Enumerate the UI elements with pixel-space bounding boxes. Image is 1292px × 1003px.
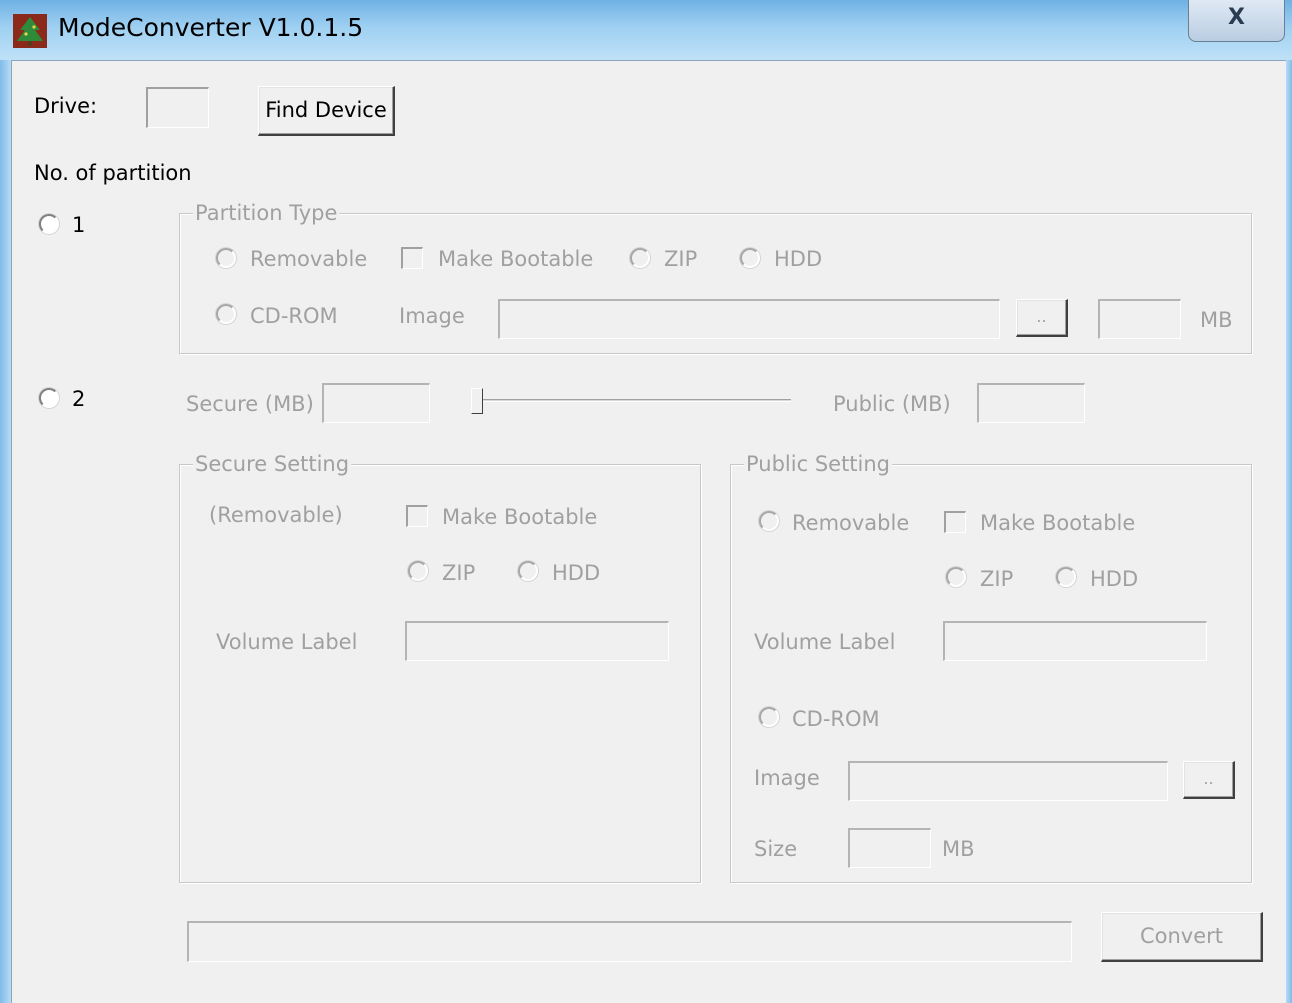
public-size-unit: MB — [942, 837, 975, 861]
pt-cdrom-radio[interactable] — [216, 304, 236, 324]
public-size-label: Size — [754, 837, 798, 861]
secure-mb-label: Secure (MB) — [186, 392, 314, 416]
partition-2-radio[interactable] — [39, 388, 59, 408]
pt-size-unit: MB — [1200, 308, 1233, 332]
public-zip-radio[interactable] — [946, 567, 966, 587]
pt-cdrom-label: CD-ROM — [250, 304, 338, 328]
pt-make-bootable-checkbox[interactable] — [401, 247, 423, 269]
pt-removable-label: Removable — [250, 247, 368, 271]
window-frame-right — [1286, 60, 1292, 1003]
public-cdrom-radio[interactable] — [759, 707, 779, 727]
pt-hdd-label: HDD — [774, 247, 823, 271]
public-image-label: Image — [754, 766, 820, 790]
drive-field[interactable] — [146, 87, 209, 128]
pt-size-field[interactable] — [1098, 299, 1181, 339]
partition-1-radio[interactable] — [39, 214, 59, 234]
progress-bar — [187, 921, 1072, 962]
window-title: ModeConverter V1.0.1.5 — [58, 13, 364, 42]
secure-removable-note: (Removable) — [209, 503, 343, 527]
public-volume-field[interactable] — [943, 621, 1207, 661]
public-zip-label: ZIP — [980, 567, 1014, 591]
convert-button[interactable]: Convert — [1101, 912, 1263, 962]
secure-zip-label: ZIP — [442, 561, 476, 585]
secure-setting-legend: Secure Setting — [193, 452, 352, 476]
public-hdd-radio[interactable] — [1056, 567, 1076, 587]
public-removable-label: Removable — [792, 511, 910, 535]
secure-mb-field[interactable] — [322, 383, 430, 423]
public-browse-button[interactable]: .. — [1183, 761, 1235, 799]
pt-image-field[interactable] — [498, 299, 1000, 339]
secure-zip-radio[interactable] — [408, 561, 428, 581]
public-mb-field[interactable] — [977, 383, 1085, 423]
public-make-bootable-label: Make Bootable — [980, 511, 1136, 535]
pt-browse-button[interactable]: .. — [1016, 299, 1068, 337]
public-image-field[interactable] — [848, 761, 1168, 801]
public-mb-label: Public (MB) — [833, 392, 951, 416]
secure-volume-label: Volume Label — [216, 630, 358, 654]
secure-make-bootable-label: Make Bootable — [442, 505, 598, 529]
close-icon: X — [1228, 5, 1245, 30]
close-button[interactable]: X — [1188, 0, 1285, 42]
secure-make-bootable-checkbox[interactable] — [406, 505, 428, 527]
partition-count-heading: No. of partition — [34, 161, 192, 185]
pt-zip-radio[interactable] — [630, 248, 650, 268]
pt-zip-label: ZIP — [664, 247, 698, 271]
public-make-bootable-checkbox[interactable] — [944, 511, 966, 533]
partition-type-legend: Partition Type — [193, 201, 340, 225]
tree-app-icon — [13, 14, 47, 48]
size-split-slider-track[interactable] — [476, 399, 791, 402]
public-volume-label: Volume Label — [754, 630, 896, 654]
secure-hdd-label: HDD — [552, 561, 601, 585]
public-size-field[interactable] — [848, 828, 931, 868]
secure-volume-field[interactable] — [405, 621, 669, 661]
pt-image-label: Image — [399, 304, 465, 328]
public-cdrom-label: CD-ROM — [792, 707, 880, 731]
partition-2-label: 2 — [72, 387, 86, 411]
size-split-slider-thumb[interactable] — [471, 388, 483, 414]
window-frame-left — [0, 60, 11, 1003]
partition-1-label: 1 — [72, 213, 86, 237]
secure-hdd-radio[interactable] — [518, 561, 538, 581]
public-setting-legend: Public Setting — [744, 452, 893, 476]
public-hdd-label: HDD — [1090, 567, 1139, 591]
pt-hdd-radio[interactable] — [740, 248, 760, 268]
pt-make-bootable-label: Make Bootable — [438, 247, 594, 271]
pt-removable-radio[interactable] — [216, 248, 236, 268]
public-removable-radio[interactable] — [759, 511, 779, 531]
find-device-button[interactable]: Find Device — [258, 86, 395, 136]
drive-label: Drive: — [34, 94, 98, 118]
